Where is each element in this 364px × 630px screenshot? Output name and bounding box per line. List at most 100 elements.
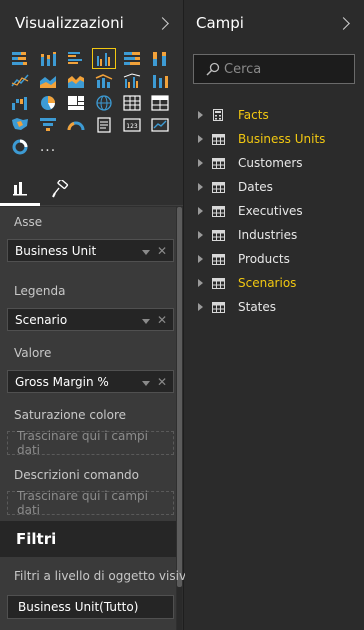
field-table-industries[interactable]: Industries	[185, 223, 364, 247]
gauge-icon[interactable]	[64, 114, 88, 135]
table-icon	[211, 277, 225, 289]
pie-chart-icon[interactable]	[36, 92, 60, 113]
field-table-customers[interactable]: Customers	[185, 151, 364, 175]
expand-arrow-icon[interactable]	[198, 279, 203, 287]
table-visual-icon[interactable]	[148, 92, 172, 113]
fields-tab[interactable]	[0, 172, 40, 206]
table-icon	[211, 301, 225, 313]
field-table-facts[interactable]: Facts	[185, 103, 364, 127]
expand-arrow-icon[interactable]	[198, 255, 203, 263]
paint-roller-icon	[52, 180, 69, 198]
field-table-name: Business Units	[238, 132, 326, 146]
field-table-name: Dates	[238, 180, 273, 194]
tooltips-drop-zone[interactable]: Trascinare qui i campi dati	[7, 489, 174, 517]
filter-chip-label: Business Unit(Tutto)	[18, 600, 139, 614]
table-icon	[211, 229, 225, 241]
value-field[interactable]: Gross Margin % ✕	[7, 370, 174, 393]
field-table-states[interactable]: States	[185, 295, 364, 319]
legend-field[interactable]: Scenario ✕	[7, 308, 174, 331]
clustered-column-chart-icon[interactable]	[92, 48, 116, 69]
table-icon	[211, 205, 225, 217]
visual-tabs	[0, 172, 183, 206]
more-visuals-icon[interactable]: ...	[36, 136, 60, 157]
collapse-visualizations-chevron-icon[interactable]	[156, 16, 169, 30]
search-input[interactable]	[224, 61, 344, 77]
filters-title: Filtri	[16, 530, 57, 548]
table-icon	[211, 133, 225, 145]
line-and-clustered-column-icon[interactable]	[120, 70, 144, 91]
table-icon	[211, 181, 225, 193]
value-dropdown-icon[interactable]	[141, 381, 150, 386]
globe-map-icon[interactable]	[92, 92, 116, 113]
field-wells: Asse Business Unit ✕ Legenda Scenario ✕ …	[0, 207, 176, 527]
field-table-name: States	[238, 300, 277, 314]
multi-row-card-icon[interactable]	[92, 114, 116, 135]
fields-pane: Campi Facts Business Units Customers Dat…	[185, 0, 364, 630]
ribbon-chart-icon[interactable]	[148, 70, 172, 91]
field-table-name: Products	[238, 252, 290, 266]
tooltips-label: Descrizioni comando	[14, 468, 140, 482]
100-percent-stacked-column-icon[interactable]	[148, 48, 172, 69]
kpi-visual-icon[interactable]	[148, 114, 172, 135]
expand-arrow-icon[interactable]	[198, 183, 203, 191]
calculator-icon	[211, 109, 225, 121]
field-table-scenarios[interactable]: Scenarios	[185, 271, 364, 295]
fields-table-list: Facts Business Units Customers Dates Exe…	[185, 103, 364, 319]
filters-header[interactable]: Filtri	[0, 521, 176, 557]
value-remove-icon[interactable]: ✕	[157, 376, 167, 388]
field-table-products[interactable]: Products	[185, 247, 364, 271]
expand-arrow-icon[interactable]	[198, 135, 203, 143]
legend-field-value: Scenario	[15, 312, 68, 327]
axis-well-label: Asse	[14, 215, 43, 229]
filter-chip-business-unit[interactable]: Business Unit(Tutto)	[7, 595, 174, 619]
field-table-business-units[interactable]: Business Units	[185, 127, 364, 151]
color-saturation-placeholder: Trascinare qui i campi dati	[17, 429, 148, 457]
color-saturation-drop-zone[interactable]: Trascinare qui i campi dati	[7, 429, 174, 457]
axis-field[interactable]: Business Unit ✕	[7, 239, 174, 262]
visualizations-pane: Visualizzazioni 123 ... Asse Business Un…	[0, 0, 193, 630]
field-table-name: Industries	[238, 228, 298, 242]
expand-arrow-icon[interactable]	[198, 159, 203, 167]
expand-arrow-icon[interactable]	[198, 207, 203, 215]
scrollbar-thumb[interactable]	[177, 207, 182, 587]
svg-text:123: 123	[126, 123, 138, 130]
stacked-column-chart-icon[interactable]	[36, 48, 60, 69]
line-chart-icon[interactable]	[8, 70, 32, 91]
legend-remove-icon[interactable]: ✕	[157, 314, 167, 326]
visual-level-filters-label: Filtri a livello di oggetto visivo	[14, 569, 194, 583]
stacked-area-chart-icon[interactable]	[64, 70, 88, 91]
visualizations-header: Visualizzazioni	[0, 0, 183, 46]
expand-arrow-icon[interactable]	[198, 111, 203, 119]
waterfall-chart-icon[interactable]	[8, 92, 32, 113]
value-field-value: Gross Margin %	[15, 374, 109, 389]
matrix-icon[interactable]	[120, 92, 144, 113]
field-table-dates[interactable]: Dates	[185, 175, 364, 199]
visualizations-scrollbar[interactable]	[177, 207, 182, 630]
fields-search[interactable]	[193, 54, 355, 84]
treemap-icon[interactable]	[64, 92, 88, 113]
filled-map-icon[interactable]	[8, 114, 32, 135]
legend-well-label: Legenda	[14, 284, 66, 298]
donut-chart-icon[interactable]	[8, 136, 32, 157]
100-percent-stacked-bar-icon[interactable]	[120, 48, 144, 69]
field-table-name: Customers	[238, 156, 303, 170]
format-tab[interactable]	[40, 172, 80, 206]
axis-field-value: Business Unit	[15, 243, 97, 258]
expand-arrow-icon[interactable]	[198, 231, 203, 239]
filters-section: Filtri a livello di oggetto visivo Busin…	[0, 557, 193, 630]
funnel-chart-icon[interactable]	[36, 114, 60, 135]
expand-arrow-icon[interactable]	[198, 303, 203, 311]
stacked-bar-chart-icon[interactable]	[8, 48, 32, 69]
field-table-executives[interactable]: Executives	[185, 199, 364, 223]
axis-dropdown-icon[interactable]	[141, 250, 150, 255]
collapse-fields-chevron-icon[interactable]	[337, 16, 350, 30]
area-chart-icon[interactable]	[36, 70, 60, 91]
color-saturation-label: Saturazione colore	[14, 408, 127, 422]
legend-dropdown-icon[interactable]	[141, 319, 150, 324]
card-visual-icon[interactable]: 123	[120, 114, 144, 135]
line-and-stacked-column-icon[interactable]	[92, 70, 116, 91]
axis-remove-icon[interactable]: ✕	[157, 245, 167, 257]
clustered-bar-chart-icon[interactable]	[64, 48, 88, 69]
tooltips-placeholder: Trascinare qui i campi dati	[17, 489, 148, 517]
table-icon	[211, 253, 225, 265]
